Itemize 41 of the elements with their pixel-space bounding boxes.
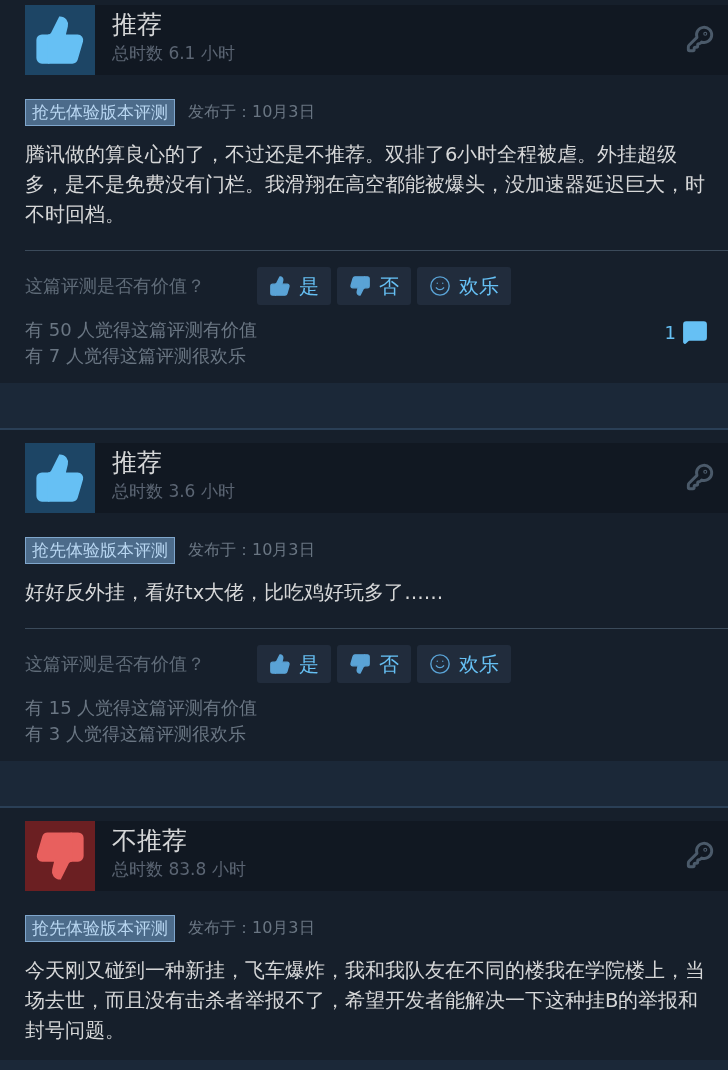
helpful-question: 这篇评测是否有价值？ <box>25 652 206 676</box>
verdict-title: 推荐 <box>112 447 163 479</box>
vote-count-text: 有 3 人觉得这篇评测很欢乐 <box>25 722 247 746</box>
early-access-tag: 抢先体验版本评测 <box>25 537 175 564</box>
key-icon <box>686 841 714 869</box>
playtime-text: 总时数 6.1 小时 <box>112 42 236 65</box>
early-access-tag: 抢先体验版本评测 <box>25 915 175 942</box>
thumbs-up-icon <box>269 275 291 297</box>
vote-count-text: 有 7 人觉得这篇评测很欢乐 <box>25 344 247 368</box>
review-text: 好好反外挂，看好tx大佬，比吃鸡好玩多了…… <box>25 580 445 606</box>
thumbs-down-icon <box>349 275 371 297</box>
vote-button[interactable]: 否 <box>337 267 411 305</box>
posted-date: 发布于：10月3日 <box>188 918 315 939</box>
posted-date: 发布于：10月3日 <box>188 540 315 561</box>
vote-button[interactable]: 欢乐 <box>417 645 511 683</box>
helpful-question: 这篇评测是否有价值？ <box>25 274 206 298</box>
verdict-title: 不推荐 <box>112 825 188 857</box>
review-text: 今天刚又碰到一种新挂，飞车爆炸，我和我队友在不同的楼我在学院楼上，当场去世，而且没有击杀者举报不了，希望开发者能解决一下这种挂B的举报和封号问题。 <box>25 958 706 1044</box>
smiley-icon <box>429 275 451 297</box>
key-icon <box>686 25 714 53</box>
posted-date: 发布于：10月3日 <box>188 102 315 123</box>
thumbs-up-icon <box>269 653 291 675</box>
vote-button[interactable]: 是 <box>257 267 331 305</box>
vote-button[interactable]: 否 <box>337 645 411 683</box>
verdict-title: 推荐 <box>112 9 163 41</box>
thumbs-down-icon <box>25 821 95 891</box>
vote-button[interactable]: 欢乐 <box>417 267 511 305</box>
playtime-text: 总时数 3.6 小时 <box>112 480 236 503</box>
comments-link[interactable]: 1 <box>664 317 708 347</box>
thumbs-up-icon <box>25 5 95 75</box>
comment-icon <box>682 319 708 345</box>
playtime-text: 总时数 83.8 小时 <box>112 858 247 881</box>
vote-count-text: 有 15 人觉得这篇评测有价值 <box>25 696 258 720</box>
thumbs-up-icon <box>25 443 95 513</box>
key-icon <box>686 463 714 491</box>
review-text: 腾讯做的算良心的了，不过还是不推荐。双排了6小时全程被虐。外挂超级多，是不是免费没有门栏。我滑翔在高空都能被爆头，没加速器延迟巨大，时不时回档。 <box>25 142 706 228</box>
early-access-tag: 抢先体验版本评测 <box>25 99 175 126</box>
smiley-icon <box>429 653 451 675</box>
thumbs-down-icon <box>349 653 371 675</box>
vote-count-text: 有 50 人觉得这篇评测有价值 <box>25 318 258 342</box>
vote-button[interactable]: 是 <box>257 645 331 683</box>
